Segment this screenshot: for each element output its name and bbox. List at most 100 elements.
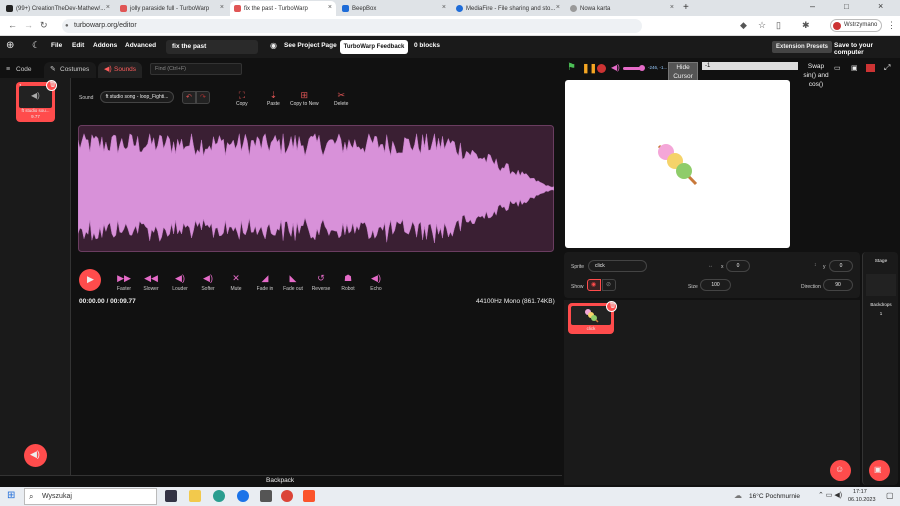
back-icon[interactable]: ← — [8, 20, 17, 30]
effect-softer-button[interactable]: ◀) Softer — [198, 273, 218, 292]
stage-selector-panel[interactable]: Stage Backdrops 1 — [862, 252, 898, 485]
close-tab-icon[interactable]: × — [328, 4, 332, 11]
forward-icon[interactable]: → — [24, 20, 33, 30]
windows-start-icon[interactable]: ⊞ — [7, 490, 15, 501]
extensions-icon[interactable]: ◆ — [740, 20, 747, 31]
maximize-icon[interactable]: □ — [844, 2, 849, 11]
close-tab-icon[interactable]: × — [106, 4, 110, 11]
theme-moon-icon[interactable]: ☾ — [32, 40, 40, 51]
direction-label: Direction — [801, 284, 821, 290]
notification-icon[interactable]: ▢ — [886, 491, 894, 500]
browser-tab[interactable]: MediaFire - File sharing and sto... × — [452, 1, 564, 16]
stage-input[interactable]: -1 — [702, 62, 798, 70]
stop-icon[interactable] — [597, 64, 606, 73]
waveform[interactable] — [78, 125, 554, 252]
puzzle-icon[interactable]: ✱ — [802, 20, 810, 31]
tab-sounds[interactable]: ◀) Sounds — [98, 62, 142, 78]
taskbar-search-input[interactable]: ⌕ Wyszukaj — [24, 488, 157, 505]
edge-browser-icon[interactable] — [237, 490, 249, 502]
browser-tab[interactable]: Nowa karta × — [566, 1, 678, 16]
delete-button[interactable]: ✂ Delete — [334, 90, 348, 107]
minimize-icon[interactable]: – — [810, 1, 815, 11]
menu-advanced[interactable]: Advanced — [125, 42, 156, 49]
close-window-icon[interactable]: × — [878, 1, 883, 11]
menu-file[interactable]: File — [51, 42, 62, 49]
edge-icon[interactable] — [213, 490, 225, 502]
effect-fade-in-button[interactable]: ◢ Fade in — [254, 273, 276, 292]
swap-sin-cos-button[interactable]: Swap sin() and cos() — [803, 62, 829, 89]
small-stage-icon[interactable]: ▭ — [834, 64, 841, 72]
store-icon[interactable] — [260, 490, 272, 502]
effect-robot-button[interactable]: ☗ Robot — [338, 273, 358, 292]
add-backdrop-button[interactable]: ▣ — [869, 460, 890, 481]
sound-name-input[interactable]: ft studio song - loop_Fighti... — [100, 91, 174, 103]
copy-to-new-button[interactable]: ⊞ Copy to New — [290, 90, 319, 107]
effect-reverse-button[interactable]: ↺ Reverse — [309, 273, 333, 292]
hide-cursor-button[interactable]: Hide Cursor — [668, 62, 698, 82]
sprite-name-input[interactable]: click — [588, 260, 647, 272]
stage-mode-icon[interactable] — [866, 64, 875, 72]
show-visible-button[interactable]: ◉ — [587, 279, 601, 291]
sidebar-icon[interactable]: ▯ — [776, 20, 781, 31]
menu-edit[interactable]: Edit — [72, 42, 84, 49]
file-explorer-icon[interactable] — [189, 490, 201, 502]
pause-icon[interactable]: ❚❚ — [582, 63, 597, 74]
effect-mute-button[interactable]: ✕ Mute — [226, 273, 246, 292]
browser-tab[interactable]: (99+) CreationTheDev-Mathew/... × — [2, 1, 114, 16]
star-icon[interactable]: ☆ — [758, 20, 766, 31]
close-tab-icon[interactable]: × — [220, 4, 224, 11]
browser-tab[interactable]: BeepBox × — [338, 1, 450, 16]
fullscreen-icon[interactable]: ⤢ — [884, 63, 890, 73]
tray-icons[interactable]: ⌃ ▭ ◀) — [818, 491, 842, 499]
see-project-page-button[interactable]: See Project Page — [284, 42, 337, 49]
browser-tab-active[interactable]: fix the past - TurboWarp × — [230, 1, 336, 16]
size-input[interactable]: 100 — [700, 279, 731, 291]
x-input[interactable]: 0 — [726, 260, 750, 272]
extension-presets-button[interactable]: Extension Presets — [772, 41, 833, 53]
play-button[interactable]: ▶ — [79, 269, 101, 291]
new-tab-button[interactable]: + — [683, 2, 689, 13]
tab-costumes[interactable]: ✎ Costumes — [44, 62, 96, 78]
more-menu-icon[interactable]: ⋮ — [887, 20, 896, 31]
redo-button[interactable]: ↷ — [196, 91, 210, 104]
save-button[interactable]: Save to your computer — [834, 42, 900, 56]
effect-echo-button[interactable]: ◀) Echo — [366, 273, 386, 292]
close-tab-icon[interactable]: × — [556, 4, 560, 11]
paste-button[interactable]: ⇣ Paste — [267, 90, 280, 107]
add-sprite-button[interactable]: ☺ — [830, 460, 851, 481]
show-hidden-button[interactable]: ⊘ — [602, 279, 616, 291]
delete-sound-button[interactable]: 🗑 — [46, 80, 57, 91]
volume-slider-thumb[interactable] — [639, 65, 645, 71]
volume-slider[interactable] — [623, 65, 645, 71]
feedback-button[interactable]: TurboWarp Feedback — [340, 40, 408, 54]
add-sound-button[interactable]: ◀) — [24, 444, 47, 467]
tab-code[interactable]: ≡ Code — [0, 62, 44, 78]
effect-faster-button[interactable]: ▶▶ Faster — [114, 273, 134, 292]
green-flag-icon[interactable]: ⚑ — [567, 62, 576, 73]
url-input[interactable]: ● turbowarp.org/editor — [62, 19, 642, 33]
undo-button[interactable]: ↶ — [182, 91, 196, 104]
close-tab-icon[interactable]: × — [670, 4, 674, 11]
backpack[interactable]: Backpack — [0, 475, 562, 487]
menu-addons[interactable]: Addons — [93, 42, 117, 49]
profile-button[interactable]: Wstrzymano — [830, 19, 882, 32]
chrome-icon[interactable] — [281, 490, 293, 502]
project-title-input[interactable]: fix the past — [166, 40, 258, 54]
task-view-icon[interactable] — [165, 490, 177, 502]
stage-canvas[interactable] — [565, 80, 790, 248]
find-input[interactable]: Find (Ctrl+F) — [150, 63, 242, 75]
effect-louder-button[interactable]: ◀) Louder — [169, 273, 191, 292]
y-input[interactable]: 0 — [829, 260, 853, 272]
delete-sprite-button[interactable]: 🗑 — [606, 301, 617, 312]
copy-button[interactable]: ⛶ Copy — [236, 90, 248, 107]
browser-tab[interactable]: jolly paraside full - TurboWarp × — [116, 1, 228, 16]
normal-stage-icon[interactable]: ▣ — [851, 64, 858, 72]
brave-icon[interactable] — [303, 490, 315, 502]
playback-time: 00:00.00 / 00:09.77 — [79, 298, 136, 305]
reload-icon[interactable]: ↻ — [40, 20, 48, 31]
effect-fade-out-button[interactable]: ◣ Fade out — [281, 273, 305, 292]
effect-slower-button[interactable]: ◀◀ Slower — [141, 273, 161, 292]
language-icon[interactable]: ⊕ — [6, 40, 14, 51]
close-tab-icon[interactable]: × — [442, 4, 446, 11]
direction-input[interactable]: 90 — [823, 279, 853, 291]
